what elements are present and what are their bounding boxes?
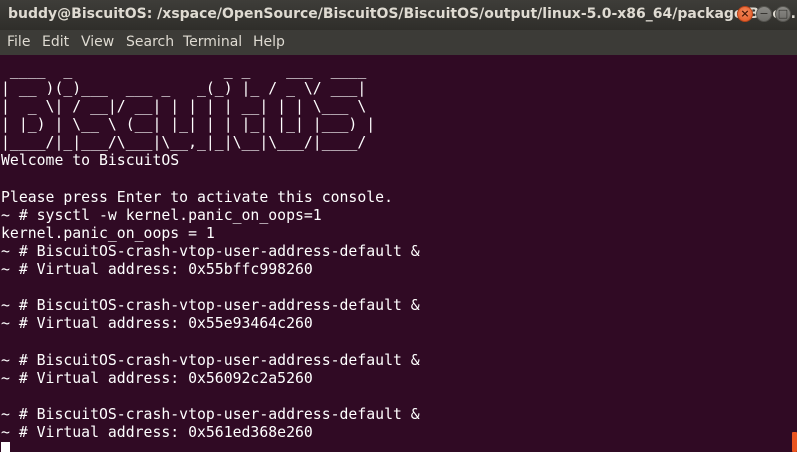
menu-bar: File Edit View Search Terminal Help: [0, 30, 797, 55]
close-window-icon[interactable]: ×: [737, 6, 753, 22]
banner-line: |____/|_|___/\___|\__,_|_|\__|\___/|____…: [1, 134, 376, 152]
terminal-output[interactable]: ____ _ _ _ ___ ____ | __ )(_)___ ___ _ _…: [0, 55, 790, 452]
banner-line: | |_) | \__ \ (__| |_| | | |_| |_| |___)…: [1, 116, 376, 134]
terminal-line: ~ # BiscuitOS-crash-vtop-user-address-de…: [1, 405, 420, 423]
menu-search[interactable]: Search: [126, 34, 174, 50]
banner-line: ____ _ _ _ ___ ____: [1, 62, 385, 79]
title-bar[interactable]: buddy@BiscuitOS: /xspace/OpenSource/Bisc…: [0, 0, 797, 30]
menu-terminal[interactable]: Terminal: [183, 34, 242, 50]
vertical-scrollbar[interactable]: [790, 55, 797, 452]
terminal-line: ~ # Virtual address: 0x55bffc998260: [1, 261, 313, 279]
terminal-window: buddy@BiscuitOS: /xspace/OpenSource/Bisc…: [0, 0, 797, 452]
menu-view[interactable]: View: [81, 34, 114, 50]
terminal-line: Welcome to BiscuitOS: [1, 152, 180, 170]
window-title: buddy@BiscuitOS: /xspace/OpenSource/Bisc…: [8, 6, 797, 22]
terminal-line: kernel.panic_on_oops = 1: [1, 224, 215, 242]
prompt-line[interactable]: [1, 441, 790, 452]
terminal-line: ~ # Virtual address: 0x55e93464c260: [1, 315, 313, 333]
terminal-line: ~ # Virtual address: 0x561ed368e260: [1, 423, 313, 441]
terminal-line: ~ # BiscuitOS-crash-vtop-user-address-de…: [1, 297, 420, 315]
terminal-line: Please press Enter to activate this cons…: [1, 188, 393, 206]
terminal-line: ~ # BiscuitOS-crash-vtop-user-address-de…: [1, 242, 420, 260]
text-cursor: [1, 441, 10, 452]
terminal-line: ~ # Virtual address: 0x56092c2a5260: [1, 369, 313, 387]
minimize-window-icon[interactable]: −: [756, 6, 772, 22]
maximize-window-icon[interactable]: □: [775, 6, 791, 22]
menu-edit[interactable]: Edit: [42, 34, 69, 50]
banner-line: | _ \| / __|/ __| | | | | __| | | \___ \: [1, 98, 376, 116]
scrollbar-thumb[interactable]: [792, 432, 797, 452]
menu-file[interactable]: File: [7, 34, 30, 50]
terminal-line: ~ # BiscuitOS-crash-vtop-user-address-de…: [1, 351, 420, 369]
banner-line: | __ )(_)___ ___ _ _(_) |_ / _ \/ ___|: [1, 80, 376, 98]
terminal-line: ~ # sysctl -w kernel.panic_on_oops=1: [1, 206, 322, 224]
menu-help[interactable]: Help: [253, 34, 285, 50]
